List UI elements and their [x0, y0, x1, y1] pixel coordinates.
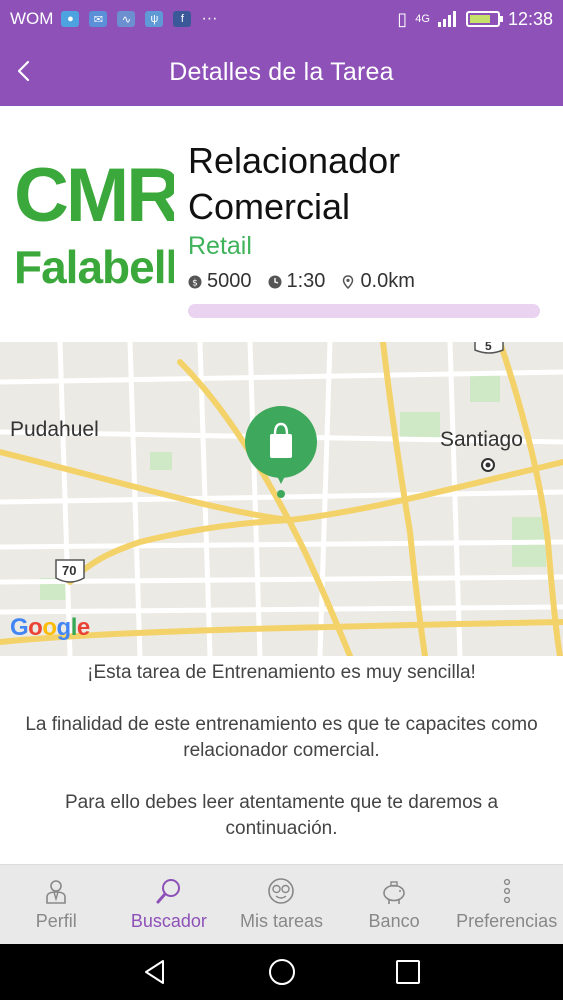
map-roads: [0, 342, 563, 656]
google-letter: o: [42, 614, 57, 641]
more-vertical-icon: [503, 878, 510, 904]
tab-banco[interactable]: Banco: [338, 865, 451, 944]
location-pin-icon: [343, 274, 354, 289]
description-intro: ¡Esta tarea de Entrenamiento es muy senc…: [87, 662, 476, 683]
signal-icon: [437, 11, 456, 27]
description-purpose: La finalidad de este entrenamiento es qu…: [25, 714, 538, 761]
tab-perfil[interactable]: Perfil: [0, 865, 113, 944]
usb-notification-icon: ψ: [145, 11, 164, 27]
coin-icon: $: [188, 275, 202, 288]
clock: 12:38: [507, 8, 553, 29]
tab-mis-tareas[interactable]: Mis tareas: [225, 865, 338, 944]
logo-text-top: CMR: [14, 153, 174, 238]
location-notification-icon: ●: [61, 11, 80, 27]
google-letter: G: [10, 614, 29, 641]
tab-buscador[interactable]: Buscador: [113, 865, 226, 944]
google-letter: o: [28, 614, 43, 641]
tab-label: Buscador: [130, 911, 207, 931]
vibrate-icon: ▯: [397, 8, 408, 29]
more-notifications-icon: ···: [201, 10, 218, 27]
bottom-tab-bar: Perfil Buscador Mis tareas Banco Prefere…: [0, 864, 563, 944]
piggy-bank-icon: [383, 881, 405, 904]
task-description: ¡Esta tarea de Entrenamiento es muy senc…: [0, 660, 563, 868]
task-map[interactable]: Pudahuel Santiago 70 5: [0, 342, 563, 656]
tab-label: Perfil: [35, 911, 77, 931]
clock-icon: [268, 275, 281, 288]
description-instructions: Para ello debes leer atentamente que te …: [64, 792, 499, 839]
app-screen: WOM ● ✉ ∿ ψ f ··· ▯ 4G 12:38 Detalles de…: [0, 0, 563, 1000]
company-logo: CMR Falabella: [14, 148, 174, 298]
tasks-icon: [268, 878, 295, 904]
carrier-name: WOM: [10, 9, 54, 28]
route-70-label: 70: [62, 563, 77, 578]
nav-recents-icon[interactable]: [393, 957, 423, 987]
search-icon: [156, 879, 180, 904]
route-5-label: 5: [485, 342, 492, 353]
facebook-notification-icon: f: [173, 11, 192, 27]
app-header: Detalles de la Tarea: [0, 38, 563, 106]
map-label-pudahuel: Pudahuel: [10, 418, 99, 441]
tab-label: Banco: [368, 911, 420, 931]
status-bar: WOM ● ✉ ∿ ψ f ··· ▯ 4G 12:38: [0, 0, 563, 38]
tab-preferencias[interactable]: Preferencias: [450, 865, 563, 944]
task-meta: $ 5000 1:30 0.0km: [188, 270, 431, 293]
tab-label: Preferencias: [456, 911, 558, 931]
svg-text:$: $: [192, 278, 198, 288]
activity-notification-icon: ∿: [117, 11, 136, 27]
profile-icon: [46, 880, 67, 904]
page-title: Detalles de la Tarea: [169, 57, 394, 86]
map-label-santiago: Santiago: [440, 428, 523, 451]
task-title: Relacionador Comercial: [188, 140, 401, 227]
nav-back-icon[interactable]: [141, 957, 171, 987]
distance-value: 0.0km: [360, 270, 415, 292]
back-icon[interactable]: [12, 58, 38, 84]
battery-icon: [465, 11, 503, 27]
logo-text-bottom: Falabella: [14, 241, 174, 293]
google-letter: e: [76, 614, 90, 641]
reward-item: $ 5000: [188, 270, 252, 293]
mail-notification-icon: ✉: [89, 11, 108, 27]
system-navigation-bar: [0, 944, 563, 1000]
task-progress-bar: [188, 304, 540, 318]
task-category: Retail: [188, 232, 252, 260]
reward-value: 5000: [207, 270, 252, 292]
network-type: 4G: [415, 13, 430, 25]
nav-home-icon[interactable]: [267, 957, 297, 987]
google-letter: g: [56, 614, 72, 641]
tab-label: Mis tareas: [239, 911, 323, 931]
google-logo: Google: [10, 614, 90, 642]
duration-item: 1:30: [268, 270, 326, 293]
distance-item: 0.0km: [341, 270, 415, 293]
duration-value: 1:30: [286, 270, 326, 292]
